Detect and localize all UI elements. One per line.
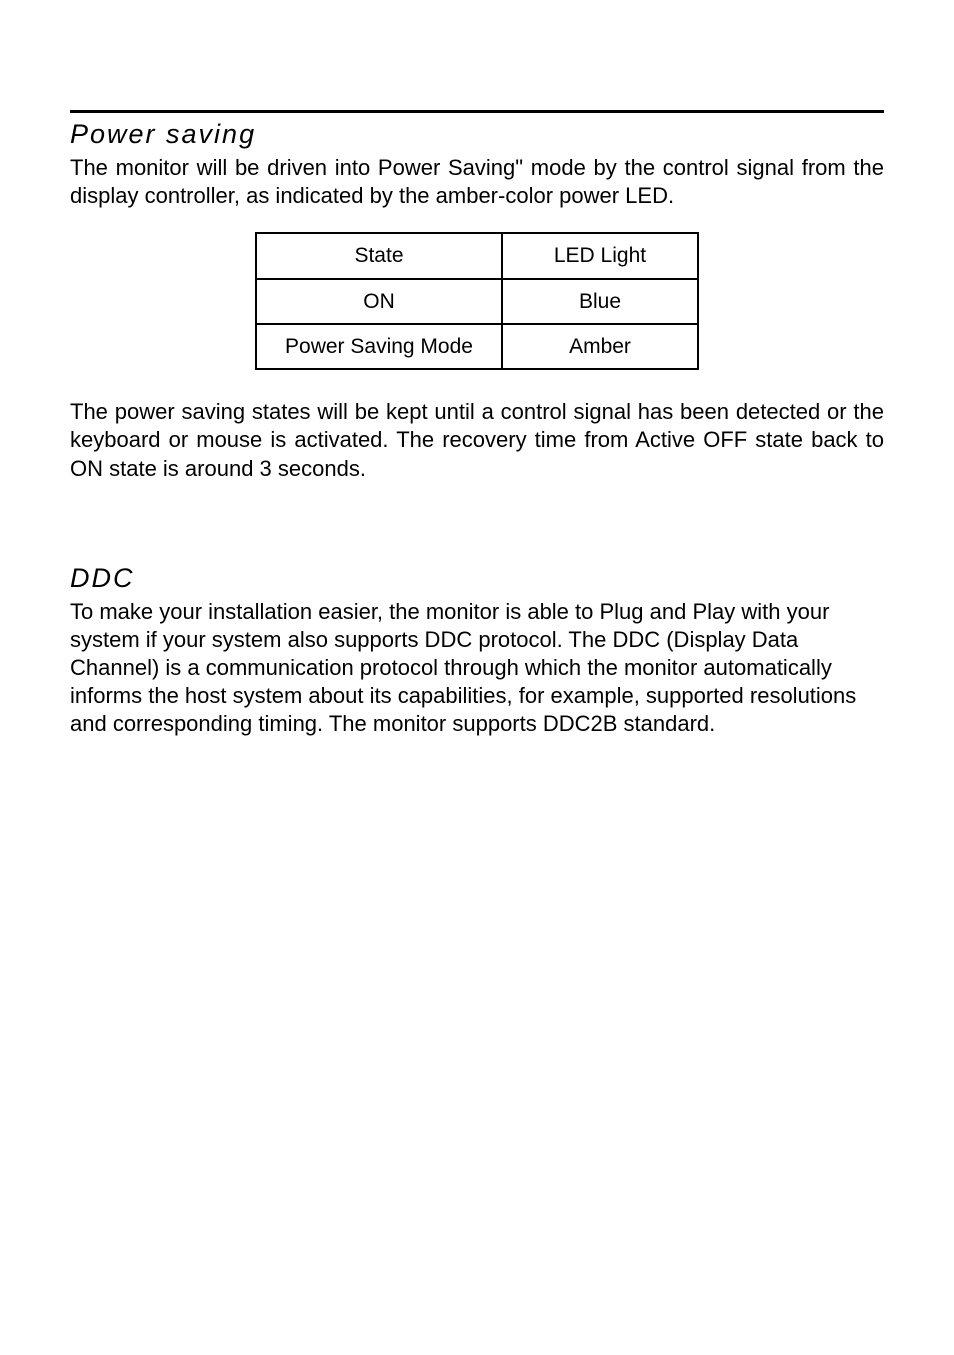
led-state-table: State LED Light ON Blue Power Saving Mod… bbox=[255, 232, 699, 370]
cell-state-on: ON bbox=[256, 279, 502, 324]
section-heading-power-saving: Power saving bbox=[70, 119, 884, 150]
section-spacer bbox=[70, 523, 884, 563]
table-row: ON Blue bbox=[256, 279, 698, 324]
ddc-body-paragraph: To make your installation easier, the mo… bbox=[70, 598, 884, 739]
table-header-led: LED Light bbox=[502, 233, 698, 278]
cell-state-power-saving: Power Saving Mode bbox=[256, 324, 502, 369]
table-header-state: State bbox=[256, 233, 502, 278]
horizontal-rule bbox=[70, 110, 884, 113]
power-saving-intro-paragraph: The monitor will be driven into Power Sa… bbox=[70, 154, 884, 210]
section-heading-ddc: DDC bbox=[70, 563, 884, 594]
cell-led-amber: Amber bbox=[502, 324, 698, 369]
document-page: Power saving The monitor will be driven … bbox=[0, 0, 954, 738]
table-header-row: State LED Light bbox=[256, 233, 698, 278]
table-row: Power Saving Mode Amber bbox=[256, 324, 698, 369]
power-saving-outro-paragraph: The power saving states will be kept unt… bbox=[70, 398, 884, 482]
cell-led-blue: Blue bbox=[502, 279, 698, 324]
led-state-table-container: State LED Light ON Blue Power Saving Mod… bbox=[70, 232, 884, 370]
